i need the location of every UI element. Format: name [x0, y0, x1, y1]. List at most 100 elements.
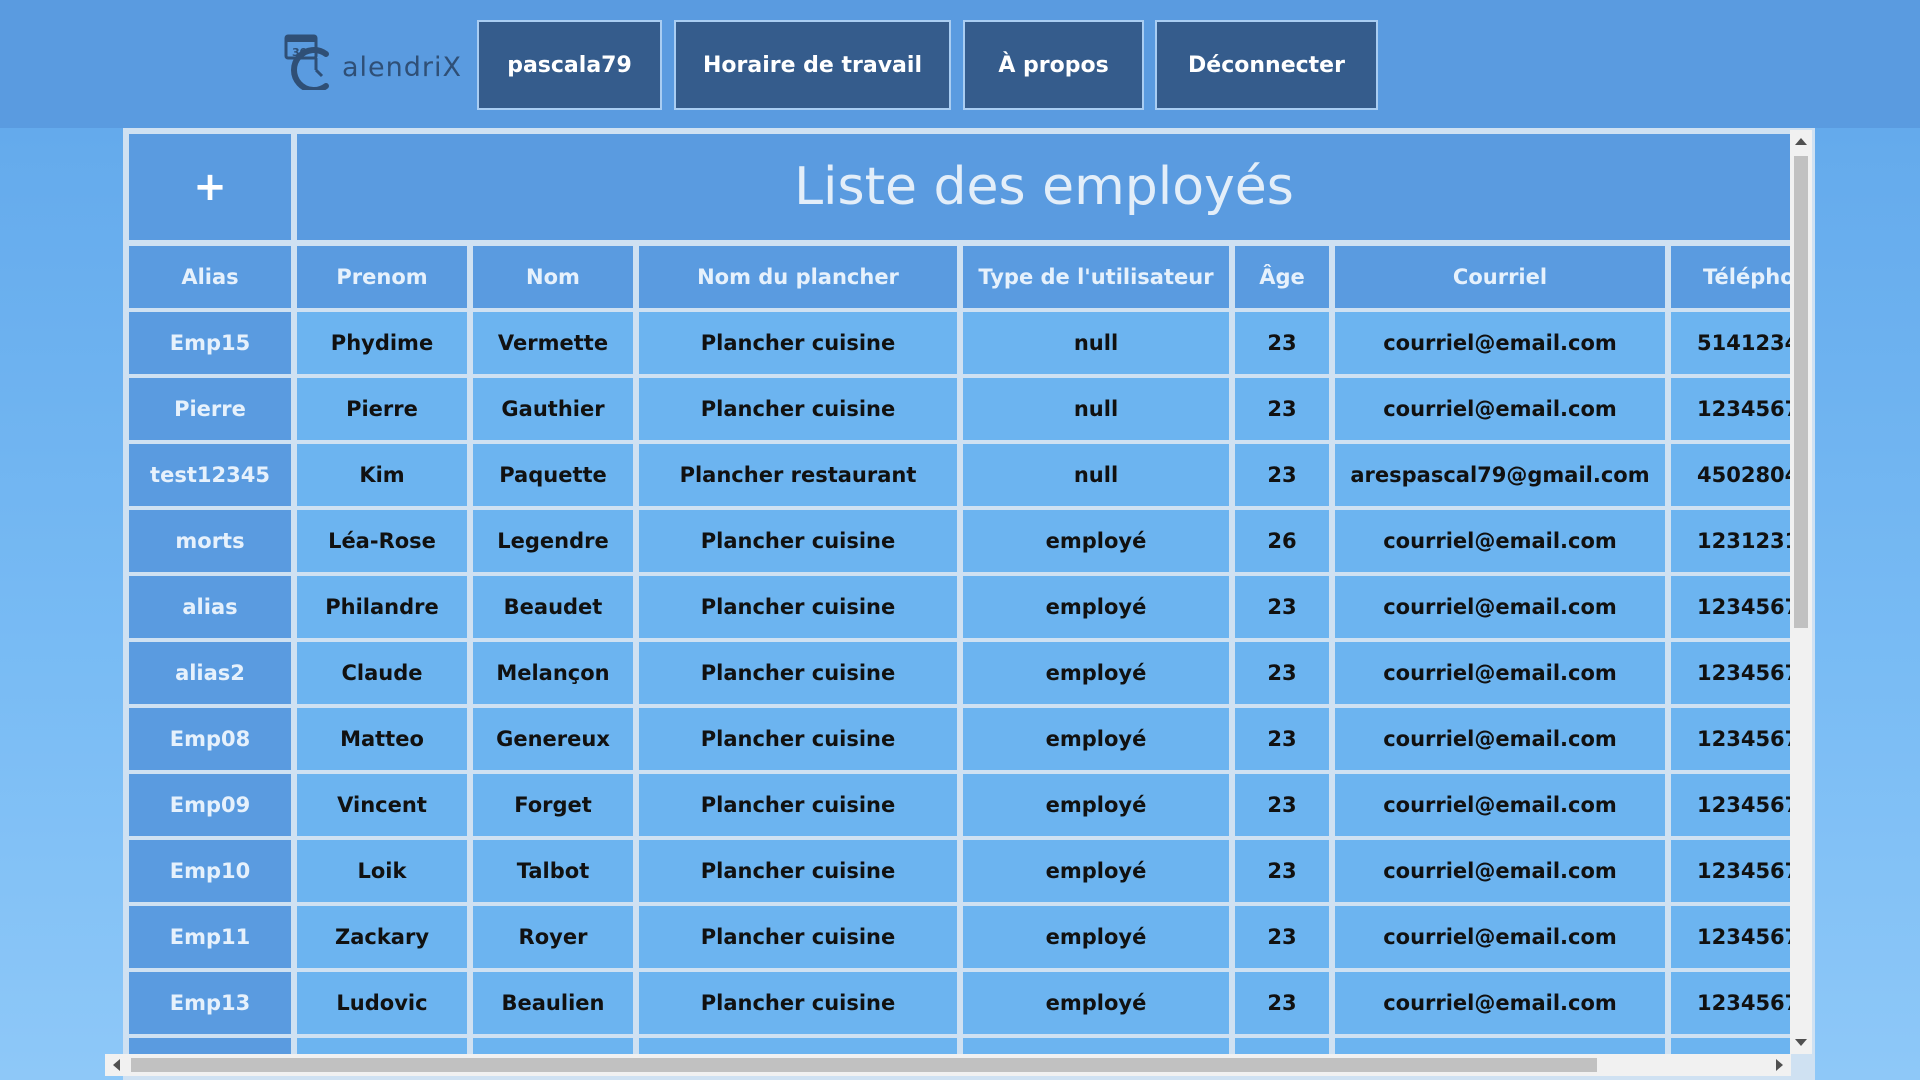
cell-age: 23: [1235, 972, 1329, 1034]
cell-type-utilisateur: null: [963, 444, 1229, 506]
cell-alias[interactable]: Emp08: [129, 708, 291, 770]
cell-telephone: 1234567: [1671, 642, 1791, 704]
cell-prenom: Ludovic: [297, 972, 467, 1034]
column-header-age[interactable]: Âge: [1235, 246, 1329, 308]
cell-type-utilisateur: employé: [963, 708, 1229, 770]
user-profile-button[interactable]: pascala79: [477, 20, 662, 110]
cell-courriel: courriel@email.com: [1335, 774, 1665, 836]
cell-nom: Legendre: [473, 510, 633, 572]
cell-courriel: courriel@email.com: [1335, 642, 1665, 704]
cell-nom: Royer: [473, 906, 633, 968]
cell-plancher: Plancher cuisine: [639, 906, 957, 968]
cell-alias[interactable]: test12345: [129, 444, 291, 506]
cell-nom: Vermette: [473, 312, 633, 374]
employee-list-panel: + Liste des employés Alias Prenom Nom Nom d…: [123, 128, 1815, 1080]
cell-telephone: 1234567: [1671, 774, 1791, 836]
employee-table: + Liste des employés Alias Prenom Nom Nom d…: [125, 130, 1791, 1058]
cell-nom: Gauthier: [473, 378, 633, 440]
cell-alias[interactable]: Emp15: [129, 312, 291, 374]
cell-alias[interactable]: alias2: [129, 642, 291, 704]
cell-courriel: courriel@email.com: [1335, 312, 1665, 374]
cell-age: 23: [1235, 378, 1329, 440]
column-header-plancher[interactable]: Nom du plancher: [639, 246, 957, 308]
cell-alias[interactable]: Emp09: [129, 774, 291, 836]
cell-age: 26: [1235, 510, 1329, 572]
cell-type-utilisateur: employé: [963, 972, 1229, 1034]
cell-age: 23: [1235, 576, 1329, 638]
top-navigation-bar: 30 alendriX pascala79 Horaire de travail…: [0, 0, 1920, 128]
cell-telephone: 5141234: [1671, 312, 1791, 374]
cell-nom: Beaulien: [473, 972, 633, 1034]
cell-prenom: Matteo: [297, 708, 467, 770]
cell-prenom: Vincent: [297, 774, 467, 836]
cell-alias[interactable]: morts: [129, 510, 291, 572]
vertical-scroll-thumb[interactable]: [1794, 156, 1808, 628]
cell-telephone: 1234567: [1671, 840, 1791, 902]
cell-prenom: Kim: [297, 444, 467, 506]
cell-prenom: Pierre: [297, 378, 467, 440]
horizontal-scrollbar[interactable]: [105, 1054, 1791, 1076]
cell-age: 23: [1235, 708, 1329, 770]
add-employee-button[interactable]: +: [129, 134, 291, 240]
column-header-telephone[interactable]: Télépho: [1671, 246, 1791, 308]
cell-alias[interactable]: Emp11: [129, 906, 291, 968]
calendrix-logo[interactable]: 30 alendriX: [282, 26, 461, 90]
column-header-nom[interactable]: Nom: [473, 246, 633, 308]
cell-telephone: 1234567: [1671, 906, 1791, 968]
cell-courriel: courriel@email.com: [1335, 510, 1665, 572]
horizontal-scroll-thumb[interactable]: [131, 1058, 1597, 1072]
cell-nom: Genereux: [473, 708, 633, 770]
cell-courriel: courriel@email.com: [1335, 906, 1665, 968]
scroll-right-arrow-icon[interactable]: [1776, 1059, 1783, 1071]
cell-alias[interactable]: Pierre: [129, 378, 291, 440]
vertical-scrollbar[interactable]: [1790, 130, 1812, 1054]
column-header-courriel[interactable]: Courriel: [1335, 246, 1665, 308]
cell-nom: Forget: [473, 774, 633, 836]
cell-alias[interactable]: Emp13: [129, 972, 291, 1034]
logout-button[interactable]: Déconnecter: [1155, 20, 1378, 110]
column-header-alias[interactable]: Alias: [129, 246, 291, 308]
table-title: Liste des employés: [297, 134, 1791, 240]
cell-prenom: Philandre: [297, 576, 467, 638]
scroll-up-arrow-icon[interactable]: [1795, 138, 1807, 145]
column-header-prenom[interactable]: Prenom: [297, 246, 467, 308]
scroll-left-arrow-icon[interactable]: [113, 1059, 120, 1071]
cell-telephone: 1234567: [1671, 576, 1791, 638]
cell-type-utilisateur: employé: [963, 576, 1229, 638]
about-button[interactable]: À propos: [963, 20, 1144, 110]
cell-type-utilisateur: null: [963, 312, 1229, 374]
cell-type-utilisateur: employé: [963, 906, 1229, 968]
cell-plancher: Plancher cuisine: [639, 708, 957, 770]
cell-nom: Paquette: [473, 444, 633, 506]
cell-type-utilisateur: employé: [963, 840, 1229, 902]
cell-age: 23: [1235, 444, 1329, 506]
cell-prenom: Léa-Rose: [297, 510, 467, 572]
cell-plancher: Plancher cuisine: [639, 312, 957, 374]
cell-prenom: Zackary: [297, 906, 467, 968]
cell-alias[interactable]: Emp10: [129, 840, 291, 902]
cell-courriel: courriel@email.com: [1335, 378, 1665, 440]
cell-courriel: arespascal79@gmail.com: [1335, 444, 1665, 506]
cell-nom: Talbot: [473, 840, 633, 902]
cell-plancher: Plancher cuisine: [639, 840, 957, 902]
cell-telephone: 4502804: [1671, 444, 1791, 506]
cell-alias[interactable]: alias: [129, 576, 291, 638]
cell-plancher: Plancher cuisine: [639, 378, 957, 440]
column-header-type-utilisateur[interactable]: Type de l'utilisateur: [963, 246, 1229, 308]
cell-plancher: Plancher cuisine: [639, 642, 957, 704]
cell-plancher: Plancher cuisine: [639, 972, 957, 1034]
cell-telephone: 1234567: [1671, 708, 1791, 770]
work-schedule-button[interactable]: Horaire de travail: [674, 20, 951, 110]
cell-courriel: courriel@email.com: [1335, 972, 1665, 1034]
cell-plancher: Plancher cuisine: [639, 576, 957, 638]
cell-age: 23: [1235, 840, 1329, 902]
cell-prenom: Loik: [297, 840, 467, 902]
cell-type-utilisateur: employé: [963, 510, 1229, 572]
scroll-down-arrow-icon[interactable]: [1795, 1039, 1807, 1046]
cell-age: 23: [1235, 312, 1329, 374]
cell-courriel: courriel@email.com: [1335, 708, 1665, 770]
cell-plancher: Plancher cuisine: [639, 774, 957, 836]
cell-nom: Melançon: [473, 642, 633, 704]
cell-prenom: Phydime: [297, 312, 467, 374]
cell-plancher: Plancher cuisine: [639, 510, 957, 572]
